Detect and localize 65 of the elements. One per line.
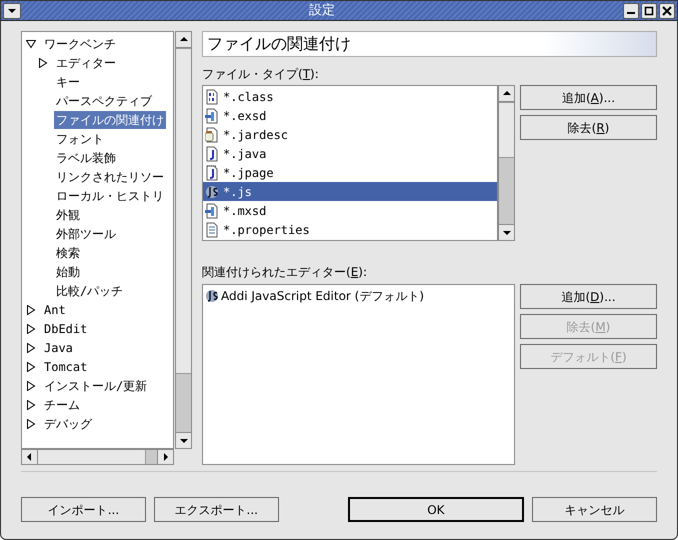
dialog-button[interactable]: キャンセル [532, 497, 657, 522]
dialog-button[interactable]: OK [348, 497, 524, 522]
scrollbar-thumb[interactable] [38, 450, 146, 464]
expanded-icon[interactable] [26, 38, 36, 48]
dialog-button[interactable]: 追加(A)... [520, 85, 657, 110]
tree-item[interactable]: インストール/更新 [42, 376, 150, 394]
minimize-button[interactable] [623, 2, 639, 18]
tree-item[interactable]: フォント [54, 130, 106, 148]
page-title: ファイルの関連付け [207, 33, 351, 55]
close-button[interactable] [659, 2, 675, 18]
list-item[interactable]: *.jpage [203, 163, 497, 182]
close-icon [662, 6, 672, 16]
tree-item[interactable]: パースペクティブ [54, 92, 154, 110]
dialog-button[interactable]: 除去(R) [520, 115, 657, 140]
tree-item[interactable]: チーム [42, 396, 82, 414]
dialog-button[interactable]: エクスポート... [154, 497, 279, 522]
list-item[interactable]: *.exsd [203, 106, 497, 125]
tree-item[interactable]: 始動 [54, 262, 82, 280]
scrollbar-thumb[interactable] [499, 102, 514, 158]
scrollbar[interactable] [498, 85, 515, 241]
window-title: 設定 [309, 2, 335, 20]
tree-item[interactable]: Tomcat [42, 358, 90, 376]
tree-item[interactable]: リンクされたリソー [54, 168, 166, 186]
script-file-icon [205, 288, 221, 304]
tree-item[interactable]: Java [42, 338, 75, 356]
list-item[interactable]: *.js [203, 182, 497, 201]
collapsed-icon[interactable] [26, 400, 36, 410]
tree-item[interactable]: ローカル・ヒストリ [54, 186, 166, 204]
horizontal-scrollbar[interactable] [21, 449, 174, 465]
tree-item[interactable]: デバッグ [42, 414, 94, 432]
collapsed-icon[interactable] [26, 362, 36, 372]
field-label: 関連付けられたエディター(E): [202, 264, 368, 279]
tree-item[interactable]: Ant [42, 300, 68, 318]
tree-item[interactable]: 外部ツール [54, 224, 118, 242]
list-item[interactable]: *.jardesc [203, 125, 497, 144]
minimize-icon [627, 12, 635, 14]
collapsed-icon[interactable] [26, 304, 36, 314]
list-item[interactable]: *.mxsd [203, 201, 497, 220]
script-file-icon [205, 184, 221, 200]
collapsed-icon[interactable] [26, 418, 36, 428]
scrollbar[interactable] [175, 31, 192, 449]
tree-item[interactable]: エディター [54, 54, 118, 72]
dialog-button[interactable]: 追加(D)... [520, 284, 657, 309]
list-item[interactable]: Addi JavaScript Editor (デフォルト) [203, 286, 514, 305]
tree-item[interactable]: ワークベンチ [42, 34, 118, 52]
window-menu-button[interactable] [3, 2, 21, 18]
tree-item[interactable]: ファイルの関連付け [54, 110, 166, 128]
list-item[interactable]: *.properties [203, 220, 497, 239]
tree-item[interactable]: 検索 [54, 244, 82, 262]
collapsed-icon[interactable] [26, 324, 36, 334]
collapsed-icon[interactable] [38, 58, 48, 68]
field-label: ファイル・タイプ(T): [202, 66, 320, 81]
tree-item[interactable]: DbEdit [42, 320, 90, 338]
maximize-button[interactable] [641, 2, 657, 18]
tree-item[interactable]: 外観 [54, 206, 82, 224]
maximize-icon [644, 6, 654, 16]
list-item[interactable]: *.class [203, 87, 497, 106]
tree-item[interactable]: キー [54, 72, 82, 90]
list-item[interactable]: *.java [203, 144, 497, 163]
tree-item[interactable]: ラベル装飾 [54, 148, 118, 166]
collapsed-icon[interactable] [26, 380, 36, 390]
scrollbar-thumb[interactable] [176, 48, 191, 374]
dialog-button[interactable]: インポート... [21, 497, 146, 522]
collapsed-icon[interactable] [26, 342, 36, 352]
tree-item[interactable]: 比較/パッチ [54, 282, 126, 300]
